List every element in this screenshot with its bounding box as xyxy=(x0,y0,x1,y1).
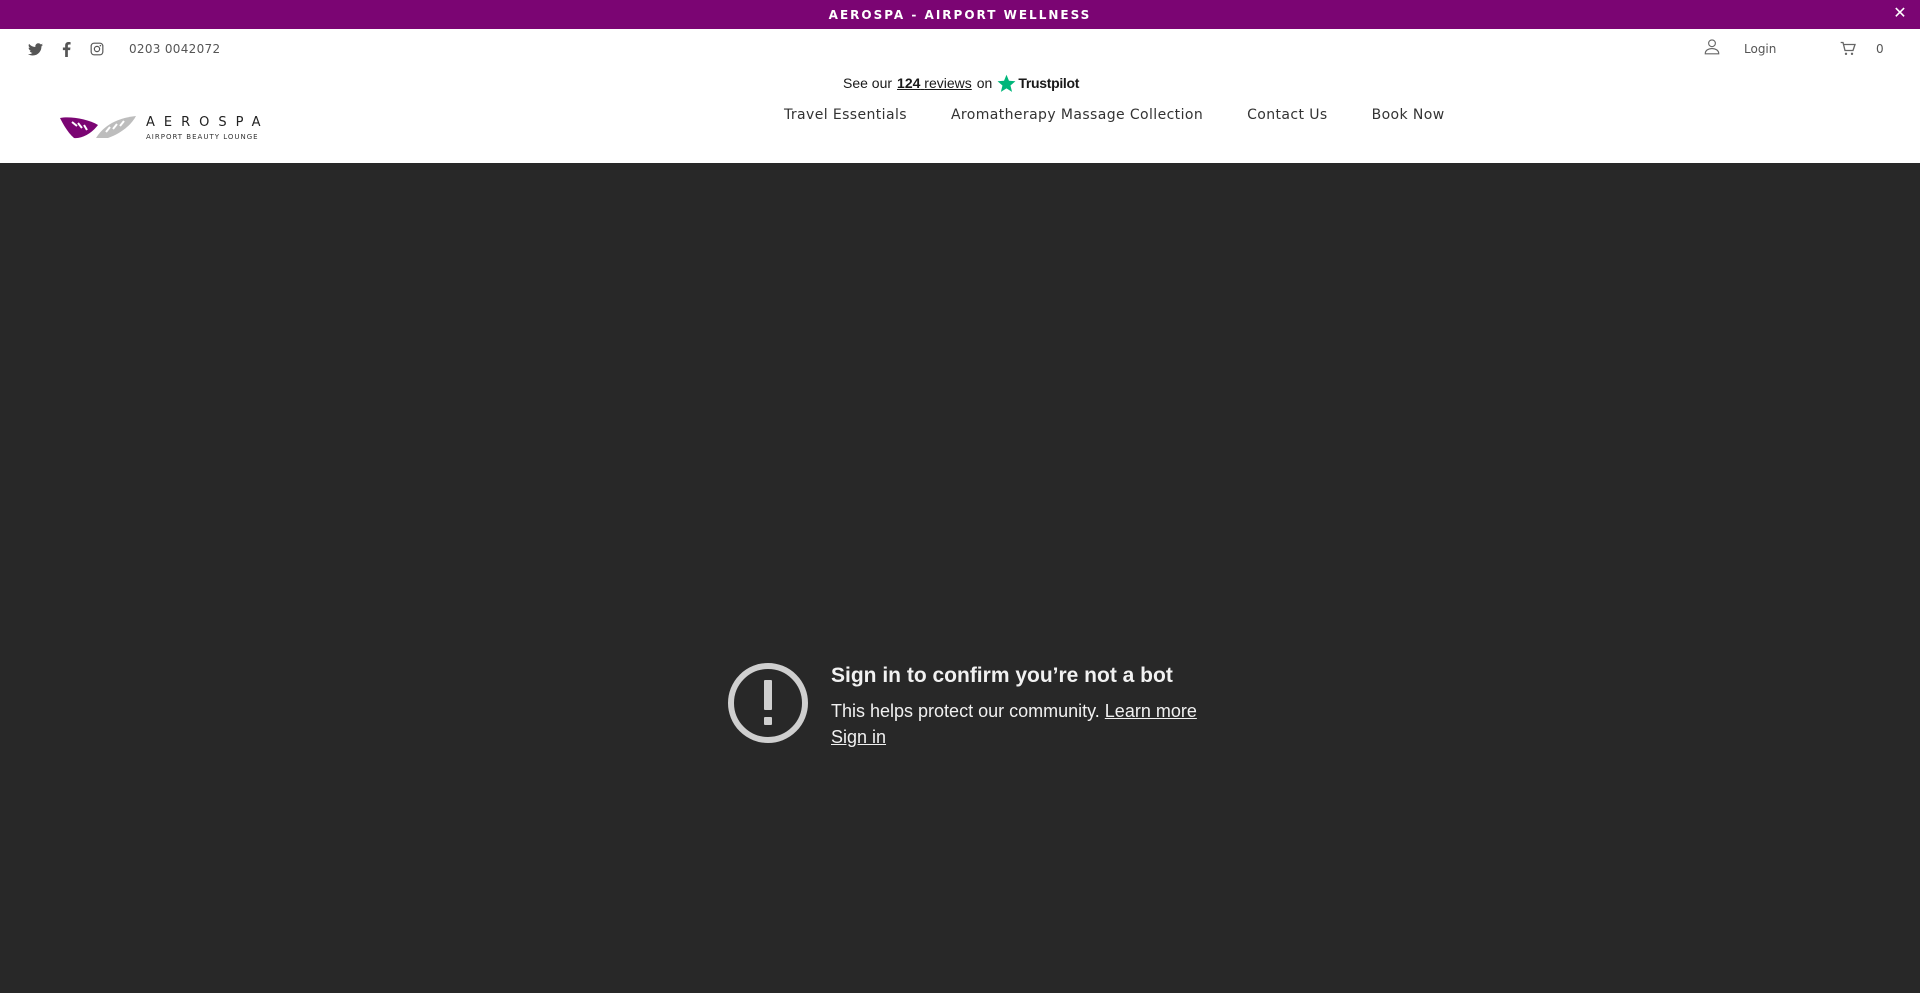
trustpilot-prefix: See our xyxy=(843,75,893,91)
trustpilot-widget[interactable]: See our 124 reviews on Trustpilot xyxy=(843,72,1079,94)
user-icon[interactable] xyxy=(1703,38,1721,56)
nav-aromatherapy-massage[interactable]: Aromatherapy Massage Collection xyxy=(951,107,1203,123)
trustpilot-reviews-link[interactable]: 124 reviews xyxy=(897,75,972,91)
bot-check-subtitle-row: This helps protect our community. Learn … xyxy=(831,701,1197,722)
logo-tagline: AIRPORT BEAUTY LOUNGE xyxy=(146,133,259,141)
close-icon[interactable]: ✕ xyxy=(1892,6,1908,22)
announcement-bar: AEROSPA - AIRPORT WELLNESS ✕ xyxy=(0,0,1920,29)
cart-icon[interactable] xyxy=(1840,41,1858,57)
instagram-icon[interactable] xyxy=(88,40,106,58)
star-icon xyxy=(997,74,1016,92)
main-nav: Travel Essentials Aromatherapy Massage C… xyxy=(784,107,1445,123)
reviews-word: reviews xyxy=(924,75,972,91)
facebook-icon[interactable] xyxy=(57,40,75,58)
site-header: 0203 0042072 Login 0 See our 124 reviews… xyxy=(0,29,1920,163)
announcement-text: AEROSPA - AIRPORT WELLNESS xyxy=(828,7,1092,22)
bot-check-message: Sign in to confirm you’re not a bot This… xyxy=(727,662,1197,748)
bot-check-title: Sign in to confirm you’re not a bot xyxy=(831,664,1173,687)
trustpilot-on: on xyxy=(976,75,993,91)
sign-in-link[interactable]: Sign in xyxy=(831,727,1197,748)
trustpilot-logo: Trustpilot xyxy=(997,74,1079,93)
wing-logo-icon xyxy=(60,116,136,139)
review-count: 124 xyxy=(897,75,921,91)
bot-check-subtitle: This helps protect our community. xyxy=(831,701,1100,721)
nav-travel-essentials[interactable]: Travel Essentials xyxy=(784,107,907,123)
trustpilot-brand: Trustpilot xyxy=(1018,75,1080,91)
twitter-icon[interactable] xyxy=(26,40,44,58)
site-logo[interactable]: AEROSPA AIRPORT BEAUTY LOUNGE xyxy=(60,111,270,145)
learn-more-link[interactable]: Learn more xyxy=(1105,701,1197,721)
logo-name: AEROSPA xyxy=(146,115,270,130)
video-embed-panel: Sign in to confirm you’re not a bot This… xyxy=(0,163,1920,993)
phone-number[interactable]: 0203 0042072 xyxy=(129,42,220,56)
cart-count[interactable]: 0 xyxy=(1876,42,1884,56)
nav-book-now[interactable]: Book Now xyxy=(1372,107,1445,123)
login-link[interactable]: Login xyxy=(1744,42,1776,56)
alert-circle-icon xyxy=(728,663,808,743)
social-links xyxy=(26,40,106,58)
nav-contact-us[interactable]: Contact Us xyxy=(1247,107,1327,123)
